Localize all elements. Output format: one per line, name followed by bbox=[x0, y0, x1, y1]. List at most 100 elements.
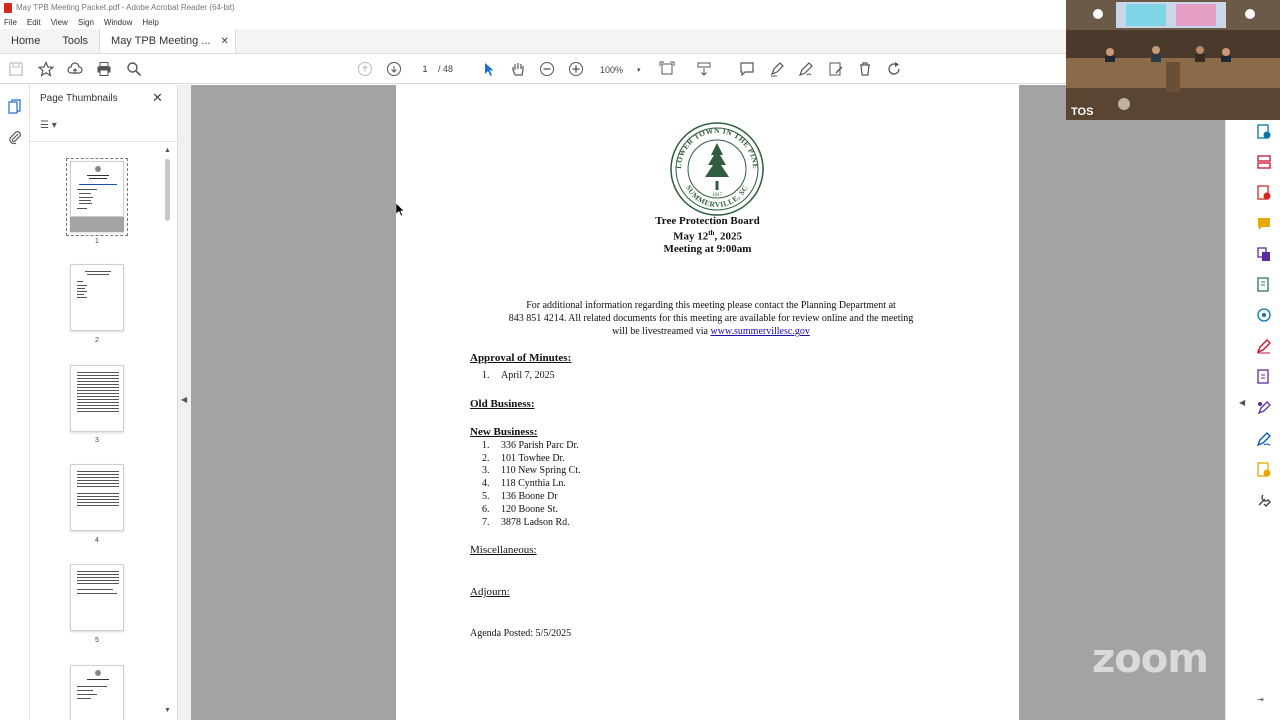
item-number: 7. bbox=[482, 517, 490, 528]
page-total: / 48 bbox=[438, 64, 454, 74]
info-paragraph: For additional information regarding thi… bbox=[476, 299, 946, 338]
page-thumbnails-icon[interactable] bbox=[7, 99, 23, 115]
hand-tool-icon[interactable] bbox=[508, 59, 528, 79]
zoom-watermark-logo: zoom bbox=[1092, 636, 1209, 682]
scroll-mode-icon[interactable] bbox=[694, 59, 714, 79]
send-for-review-icon[interactable] bbox=[1256, 462, 1272, 478]
document-viewport[interactable]: FLOWER TOWN IN THE PINES SUMMERVILLE, SC… bbox=[191, 85, 1225, 720]
panel-title: Page Thumbnails bbox=[40, 93, 118, 104]
collapse-left-icon: ◀ bbox=[181, 395, 188, 404]
right-tools-strip: ◀ ⇥ bbox=[1225, 120, 1280, 720]
more-tools-icon[interactable] bbox=[1256, 492, 1272, 508]
item-number: 2. bbox=[482, 453, 490, 464]
info-line-3-text: will be livestreamed via bbox=[612, 326, 708, 337]
thumbnail-page-1-overflow bbox=[70, 217, 124, 232]
thumbnail-label-1: 1 bbox=[95, 238, 99, 245]
export-pdf-icon[interactable] bbox=[1256, 124, 1272, 140]
svg-text:1847: 1847 bbox=[712, 193, 723, 198]
fill-sign-icon[interactable] bbox=[826, 59, 846, 79]
protect-pdf-icon[interactable] bbox=[1256, 369, 1272, 385]
item-number: 3. bbox=[482, 465, 490, 476]
council-chamber-video-image bbox=[1066, 0, 1280, 120]
website-link[interactable]: www.summervillesc.gov bbox=[710, 326, 809, 337]
zoom-out-icon[interactable] bbox=[537, 59, 557, 79]
rotate-icon[interactable] bbox=[884, 59, 904, 79]
comment-icon[interactable] bbox=[737, 59, 757, 79]
scroll-up-arrow-icon[interactable]: ▲ bbox=[163, 147, 172, 154]
thumbnail-label-2: 2 bbox=[95, 337, 99, 344]
fit-page-icon[interactable] bbox=[657, 59, 677, 79]
pdf-page: FLOWER TOWN IN THE PINES SUMMERVILLE, SC… bbox=[396, 85, 1019, 720]
thumbnail-scrollbar[interactable]: ▲ ▼ bbox=[163, 147, 172, 717]
list-item: 2. 101 Towhee Dr. bbox=[482, 453, 565, 464]
list-item: 5. 136 Boone Dr bbox=[482, 491, 558, 502]
panel-close-button[interactable]: ✕ bbox=[152, 90, 163, 106]
select-arrow-icon[interactable] bbox=[479, 59, 499, 79]
menu-sign[interactable]: Sign bbox=[78, 18, 94, 27]
tab-home[interactable]: Home bbox=[0, 29, 51, 53]
next-page-icon[interactable] bbox=[384, 59, 404, 79]
town-seal-logo: FLOWER TOWN IN THE PINES SUMMERVILLE, SC… bbox=[669, 121, 764, 216]
previous-page-icon[interactable] bbox=[355, 59, 375, 79]
print-icon[interactable] bbox=[94, 59, 114, 79]
left-navigation-strip bbox=[0, 85, 30, 720]
chevron-down-icon: ▾ bbox=[637, 67, 641, 74]
board-title: Tree Protection Board bbox=[655, 215, 760, 227]
zoom-in-icon[interactable] bbox=[566, 59, 586, 79]
collapse-right-icon[interactable]: ◀ bbox=[1239, 398, 1245, 407]
old-business-heading: Old Business: bbox=[470, 398, 535, 410]
create-pdf-icon[interactable] bbox=[1256, 185, 1272, 201]
thumbnail-page-6[interactable] bbox=[70, 665, 124, 720]
thumbnail-label-5: 5 bbox=[95, 637, 99, 644]
meeting-video-feed: TOS bbox=[1066, 0, 1280, 120]
thumbnail-page-5[interactable] bbox=[70, 564, 124, 631]
expand-panel-icon[interactable]: ⇥ bbox=[1257, 695, 1264, 704]
list-item: 4. 118 Cynthia Ln. bbox=[482, 478, 566, 489]
page-number-input[interactable] bbox=[414, 62, 436, 76]
thumbnail-page-3[interactable] bbox=[70, 365, 124, 432]
info-line-3: will be livestreamed via www.summerville… bbox=[476, 325, 946, 338]
save-icon[interactable] bbox=[6, 59, 26, 79]
sign-pen-icon[interactable] bbox=[796, 59, 816, 79]
scrollbar-thumb[interactable] bbox=[165, 159, 170, 221]
bookmark-star-icon[interactable] bbox=[36, 59, 56, 79]
request-signature-icon[interactable] bbox=[1256, 400, 1272, 416]
panel-collapse-handle[interactable]: ◀ bbox=[178, 85, 191, 720]
tab-close-button[interactable]: ✕ bbox=[220, 36, 228, 47]
combine-files-icon[interactable] bbox=[1256, 246, 1272, 262]
compress-pdf-icon[interactable] bbox=[1256, 307, 1272, 323]
list-item: 3. 110 New Spring Ct. bbox=[482, 465, 581, 476]
menu-view[interactable]: View bbox=[51, 18, 68, 27]
info-line-2: 843 851 4214. All related documents for … bbox=[508, 313, 914, 324]
highlight-pen-icon[interactable] bbox=[767, 59, 787, 79]
menu-edit[interactable]: Edit bbox=[27, 18, 41, 27]
comment-tool-icon[interactable] bbox=[1256, 216, 1272, 232]
new-business-heading: New Business: bbox=[470, 426, 538, 438]
item-number: 4. bbox=[482, 478, 490, 489]
zoom-level-select[interactable]: 100% ▾ bbox=[600, 63, 644, 77]
thumbnail-options-icon[interactable]: ☰ ▾ bbox=[40, 120, 57, 131]
upload-cloud-icon[interactable] bbox=[65, 59, 85, 79]
search-icon[interactable] bbox=[124, 59, 144, 79]
thumbnail-page-1[interactable] bbox=[70, 161, 124, 217]
item-text: 3878 Ladson Rd. bbox=[501, 517, 570, 528]
thumbnail-page-4[interactable] bbox=[70, 464, 124, 531]
fill-and-sign-icon[interactable] bbox=[1256, 338, 1272, 354]
attachment-paperclip-icon[interactable] bbox=[7, 129, 23, 145]
menu-file[interactable]: File bbox=[4, 18, 17, 27]
meeting-date: May 12th, 2025 bbox=[396, 229, 1019, 243]
thumbnail-page-2[interactable] bbox=[70, 264, 124, 331]
menu-help[interactable]: Help bbox=[142, 18, 158, 27]
edit-pdf-icon[interactable] bbox=[1256, 277, 1272, 293]
delete-trash-icon[interactable] bbox=[855, 59, 875, 79]
tab-tools[interactable]: Tools bbox=[51, 29, 99, 53]
page-thumbnails-panel: Page Thumbnails ✕ ☰ ▾ 1 2 3 4 5 ▲ ▼ bbox=[30, 85, 178, 720]
item-number: 1. bbox=[482, 440, 490, 451]
sign-tool-icon[interactable] bbox=[1256, 431, 1272, 447]
scroll-down-arrow-icon[interactable]: ▼ bbox=[163, 707, 172, 714]
menu-window[interactable]: Window bbox=[104, 18, 132, 27]
item-number: 6. bbox=[482, 504, 490, 515]
organize-pages-icon[interactable] bbox=[1256, 154, 1272, 170]
item-text: 118 Cynthia Ln. bbox=[501, 478, 566, 489]
tab-document[interactable]: May TPB Meeting ... ✕ bbox=[99, 29, 236, 53]
